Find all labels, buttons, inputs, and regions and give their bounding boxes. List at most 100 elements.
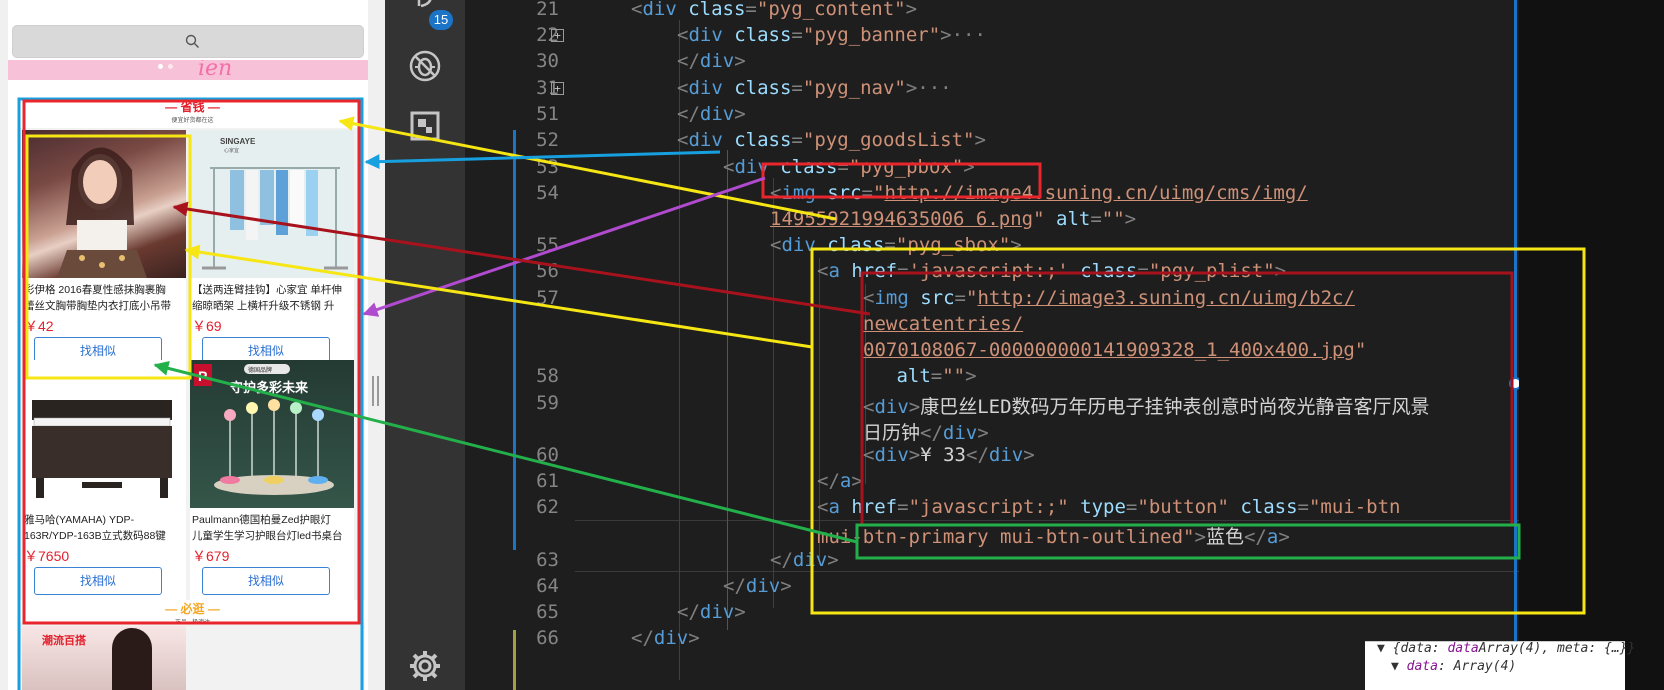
debug-icon[interactable] <box>407 48 443 84</box>
banner-carousel[interactable]: ien <box>8 60 368 80</box>
code-token: = <box>954 287 966 309</box>
product-image[interactable] <box>22 130 186 278</box>
code-token: http://image4.suning.cn/uimg/cms/img/ <box>884 182 1308 204</box>
photo-clothes-rack: SINGAYE 心家宜 <box>202 137 348 270</box>
code-line[interactable]: <div class="pyg_content"> <box>631 0 917 20</box>
code-token: </ <box>770 549 793 571</box>
code-line[interactable]: 日历钟</div> <box>863 418 989 445</box>
code-line[interactable]: <img src="http://image3.suning.cn/uimg/b… <box>863 287 1355 309</box>
code-line[interactable]: newcatentries/ <box>863 313 1023 335</box>
product-card[interactable]: P 德国品牌 守护多彩未来 Paulmann德国柏曼Zed护眼灯 儿童学生学习护眼… <box>190 360 354 600</box>
code-token: > <box>827 549 839 571</box>
code-token: src <box>815 182 862 204</box>
code-line[interactable]: <a href="javascript:;" type="button" cla… <box>817 496 1401 518</box>
code-line[interactable]: <a href='javascript:;' class="pgy_plist"… <box>817 260 1286 282</box>
code-token: = <box>1125 496 1138 518</box>
console-property-line[interactable]: ▼ data: Array(4) <box>1391 659 1516 674</box>
line-number: 56 <box>536 260 559 282</box>
code-line[interactable]: </div> <box>723 575 792 597</box>
carousel-dot[interactable] <box>158 64 163 69</box>
code-line[interactable]: </div> <box>677 50 746 72</box>
code-token: div <box>699 601 735 623</box>
code-token: div <box>688 77 723 99</box>
fold-expand-icon[interactable]: + <box>551 29 564 42</box>
code-line[interactable]: </div> <box>631 627 700 649</box>
carousel-dot[interactable] <box>168 64 173 69</box>
code-token: http://image3.suning.cn/uimg/b2c/ <box>977 287 1355 309</box>
product-card[interactable]: 雅马哈(YAMAHA) YDP- 163R/YDP-163B立式数码88键 ￥76… <box>22 360 186 600</box>
settings-gear-icon[interactable] <box>407 648 443 684</box>
code-token: class <box>1068 260 1138 282</box>
promo-card[interactable]: 潮流百搭 <box>22 626 186 690</box>
console-object-line[interactable]: ▼ {data: dataArray(4), meta: {…}} <box>1377 641 1635 656</box>
line-number: 30 <box>536 50 559 72</box>
code-line[interactable]: </div> <box>677 103 746 125</box>
product-price: ￥679 <box>192 548 230 564</box>
line-number: 54 <box>536 182 559 204</box>
code-token: > <box>1274 260 1287 282</box>
find-similar-button[interactable]: 找相似 <box>202 567 330 595</box>
code-token: " <box>1033 208 1045 230</box>
code-line[interactable]: </a> <box>817 470 863 492</box>
product-name[interactable]: Paulmann德国柏曼Zed护眼灯 儿童学生学习护眼台灯led书桌台 <box>192 512 352 544</box>
code-token: "pyg_sbox" <box>895 234 1011 256</box>
code-token: = <box>837 156 849 178</box>
code-line[interactable]: 0070108067-000000000141909328_1_400x400.… <box>863 339 1366 361</box>
code-token: </ <box>817 470 840 492</box>
code-token: </ <box>966 444 989 466</box>
svg-text:德国品牌: 德国品牌 <box>248 366 272 374</box>
code-token: = <box>930 365 943 387</box>
code-token: href <box>839 260 898 282</box>
product-card[interactable]: SINGAYE 心家宜 【送两连臂挂钩】心家宜 单杆伸 缩晾晒架 上横杆升级不锈钢… <box>190 130 354 370</box>
code-line[interactable]: <div class="pyg_sbox"> <box>770 234 1022 256</box>
code-token: > <box>974 129 986 151</box>
code-token: 日历钟 <box>863 422 921 444</box>
code-token: div <box>781 234 816 256</box>
code-token: " <box>1354 339 1367 361</box>
code-token: > <box>851 470 863 492</box>
code-token: div <box>988 444 1024 466</box>
code-token: > <box>977 422 989 444</box>
code-token: a <box>839 470 852 492</box>
product-image[interactable]: SINGAYE 心家宜 <box>190 130 354 278</box>
code-line[interactable]: <div>¥ 33</div> <box>863 444 1035 466</box>
code-token: "mui-btn <box>1308 496 1401 518</box>
code-token: "" <box>942 365 966 387</box>
code-token: 0070108067-000000000141909328_1_400x400.… <box>863 339 1355 361</box>
code-line[interactable]: alt=""> <box>885 365 976 387</box>
code-line[interactable]: mui-btn-primary mui-btn-outlined">蓝色</a> <box>817 522 1290 549</box>
product-name[interactable]: 彩伊格 2016春夏性感抹胸裹胸 蕾丝文胸带胸垫内衣打底小吊带 <box>24 282 184 314</box>
find-similar-button[interactable]: 找相似 <box>34 567 162 595</box>
code-line[interactable]: <img src="http://image4.suning.cn/uimg/c… <box>770 182 1308 204</box>
code-token: div <box>688 24 723 46</box>
search-bar[interactable] <box>12 25 364 58</box>
code-line[interactable]: <div>康巴丝LED数码万年历电子挂钟表创意时尚夜光静音客厅风景 <box>863 392 1430 419</box>
code-token: < <box>817 260 829 282</box>
code-token: src <box>908 287 955 309</box>
code-line[interactable]: <div class="pyg_nav">··· <box>677 77 952 99</box>
code-line[interactable]: </div> <box>677 601 746 623</box>
code-line[interactable]: <div class="pyg_banner">··· <box>677 24 986 46</box>
code-line[interactable]: </div> <box>770 549 839 571</box>
code-token: div <box>942 422 978 444</box>
product-name[interactable]: 雅马哈(YAMAHA) YDP- 163R/YDP-163B立式数码88键 <box>24 512 184 544</box>
code-token: class <box>722 77 792 99</box>
panel-resize-handle[interactable] <box>372 376 380 406</box>
code-token: </ <box>723 575 746 597</box>
code-editor[interactable]: 21 22 30 31 51 52 53 54 55 56 57 58 59 6… <box>465 0 1664 690</box>
code-line[interactable]: <div class="pyg_pbox"> <box>723 156 975 178</box>
svg-text:守护多彩未来: 守护多彩未来 <box>230 380 309 395</box>
product-image[interactable]: P 德国品牌 守护多彩未来 <box>190 360 354 508</box>
code-token: div <box>874 396 909 418</box>
product-card[interactable]: 彩伊格 2016春夏性感抹胸裹胸 蕾丝文胸带胸垫内衣打底小吊带 ￥42 找相似 <box>22 130 186 370</box>
code-token: = <box>1137 260 1149 282</box>
editor-scrollbar[interactable] <box>1514 0 1517 690</box>
minimap-area[interactable] <box>1519 0 1664 690</box>
extensions-icon[interactable] <box>407 108 443 144</box>
fold-expand-icon[interactable]: + <box>551 82 564 95</box>
code-token: 蓝色 <box>1205 526 1244 548</box>
product-image[interactable] <box>22 360 186 508</box>
product-name[interactable]: 【送两连臂挂钩】心家宜 单杆伸 缩晾晒架 上横杆升级不锈钢 升 <box>192 282 352 314</box>
code-line[interactable]: 14955921994635006 6.png" alt=""> <box>770 208 1136 230</box>
code-line[interactable]: <div class="pyg_goodsList"> <box>677 129 986 151</box>
